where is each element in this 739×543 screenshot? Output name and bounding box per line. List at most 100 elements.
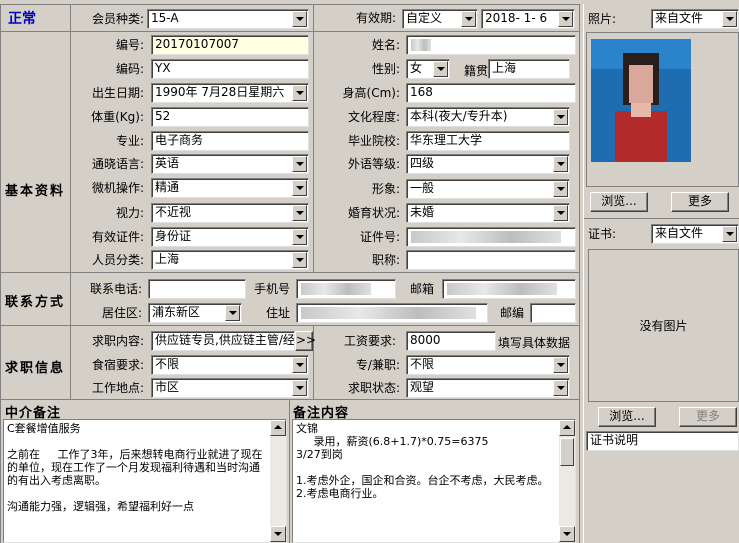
foreign-level-select[interactable]: 四级 (406, 154, 570, 174)
chevron-down-icon[interactable] (722, 226, 737, 242)
chevron-down-icon[interactable] (433, 61, 448, 77)
certificate-more-button[interactable]: 更多 (679, 407, 737, 427)
validity-date-picker[interactable]: 2018- 1- 6 (481, 9, 575, 29)
computer-select[interactable]: 精通 (151, 178, 309, 198)
chevron-down-icon[interactable] (292, 156, 307, 172)
scroll-up-icon[interactable] (559, 420, 575, 436)
height-field[interactable]: 168 (406, 83, 576, 103)
scroll-thumb[interactable] (560, 438, 574, 466)
chevron-down-icon[interactable] (553, 156, 568, 172)
chevron-down-icon[interactable] (292, 380, 307, 396)
vision-label: 视力: (115, 206, 144, 220)
chevron-down-icon[interactable] (722, 11, 737, 27)
redacted-block (447, 283, 557, 295)
vertical-scrollbar[interactable] (270, 420, 286, 542)
food-select[interactable]: 不限 (151, 355, 309, 375)
photo-source-select[interactable]: 来自文件 (651, 9, 739, 29)
want-more-button[interactable]: >> (295, 331, 316, 351)
school-field[interactable]: 华东理工大学 (406, 131, 570, 151)
chevron-down-icon[interactable] (292, 357, 307, 373)
jobstate-label: 求职状态: (347, 381, 400, 395)
marital-select[interactable]: 未婚 (406, 203, 570, 223)
redacted-block (411, 39, 431, 51)
major-label: 专业: (115, 134, 144, 148)
weight-label: 体重(Kg): (91, 110, 144, 124)
chevron-down-icon[interactable] (558, 11, 573, 27)
certificate-source-select[interactable]: 来自文件 (651, 224, 739, 244)
appearance-label: 形象: (371, 182, 400, 196)
language-select[interactable]: 英语 (151, 154, 309, 174)
appearance-select[interactable]: 一般 (406, 179, 570, 199)
photo-more-button[interactable]: 更多 (671, 192, 729, 212)
name-field[interactable] (406, 35, 576, 55)
agency-note-text[interactable]: C套餐增值服务 之前在 工作了3年，后来想转电商行业就进了现在的单位，现在工作了… (3, 419, 287, 543)
chevron-down-icon[interactable] (292, 229, 307, 245)
chevron-down-icon[interactable] (553, 357, 568, 373)
membership-select[interactable]: 15-A (147, 9, 309, 29)
redacted-block (301, 307, 476, 319)
id-field[interactable]: 20170107007 (151, 35, 309, 55)
area-select[interactable]: 浦东新区 (148, 303, 242, 323)
gender-select[interactable]: 女 (406, 59, 450, 79)
divider (0, 325, 580, 326)
want-field[interactable]: 供应链专员,供应链主管/经 (151, 331, 295, 351)
category-select[interactable]: 上海 (151, 250, 309, 270)
chevron-down-icon[interactable] (553, 205, 568, 221)
place-select[interactable]: 市区 (151, 378, 309, 398)
scroll-up-icon[interactable] (270, 420, 286, 436)
certificate-browse-button[interactable]: 浏览... (598, 407, 656, 427)
scroll-down-icon[interactable] (270, 526, 286, 542)
phone-label: 联系电话: (89, 282, 142, 296)
redacted-block (301, 283, 371, 295)
major-field[interactable]: 电子商务 (151, 131, 309, 151)
certificate-desc-field[interactable]: 证书说明 (586, 431, 739, 451)
weight-field[interactable]: 52 (151, 107, 309, 127)
certificate-image-frame: 没有图片 (588, 249, 739, 402)
native-field[interactable]: 上海 (488, 59, 570, 79)
redacted-block (411, 231, 561, 243)
salary-field[interactable]: 8000 (406, 331, 496, 351)
chevron-down-icon[interactable] (292, 180, 307, 196)
chevron-down-icon[interactable] (553, 109, 568, 125)
address-field[interactable] (296, 303, 488, 323)
chevron-down-icon[interactable] (461, 11, 476, 27)
chevron-down-icon[interactable] (225, 305, 240, 321)
birth-label: 出生日期: (91, 86, 144, 100)
scroll-down-icon[interactable] (559, 526, 575, 542)
portrait-photo (591, 39, 691, 162)
code-field[interactable]: YX (151, 59, 309, 79)
divider (579, 4, 580, 543)
validity-type-select[interactable]: 自定义 (402, 9, 478, 29)
address-label: 住址 (265, 306, 290, 320)
chevron-down-icon[interactable] (292, 205, 307, 221)
title-field[interactable] (406, 250, 576, 270)
computer-label: 微机操作: (91, 181, 144, 195)
chevron-down-icon[interactable] (553, 380, 568, 396)
phone-field[interactable] (148, 279, 246, 299)
worktype-select[interactable]: 不限 (406, 355, 570, 375)
photo-browse-button[interactable]: 浏览... (590, 192, 648, 212)
zip-field[interactable] (530, 303, 576, 323)
chevron-down-icon[interactable] (292, 252, 307, 268)
chevron-down-icon[interactable] (292, 11, 307, 27)
chevron-down-icon[interactable] (553, 181, 568, 197)
chevron-down-icon[interactable] (292, 85, 307, 101)
certno-field[interactable] (406, 227, 576, 247)
certificate-label: 证书: (588, 227, 617, 241)
vision-select[interactable]: 不近视 (151, 203, 309, 223)
salary-label: 工资要求: (343, 334, 396, 348)
mobile-field[interactable] (296, 279, 396, 299)
gender-label: 性别: (371, 62, 400, 76)
remark-text[interactable]: 文锦 录用，薪资(6.8+1.7)*0.75=6375 3/27到岗 1.考虑外… (292, 419, 576, 543)
divider (0, 399, 580, 400)
idcard-select[interactable]: 身份证 (151, 227, 309, 247)
email-field[interactable] (442, 279, 576, 299)
vertical-scrollbar[interactable] (559, 420, 575, 542)
divider (0, 4, 580, 5)
education-select[interactable]: 本科(夜大/专升本) (406, 107, 570, 127)
worktype-label: 专/兼职: (355, 358, 400, 372)
divider (0, 31, 580, 32)
birth-date-picker[interactable]: 1990年 7月28日星期六 (151, 83, 309, 103)
jobstate-select[interactable]: 观望 (406, 378, 570, 398)
photo-neck (631, 103, 651, 117)
